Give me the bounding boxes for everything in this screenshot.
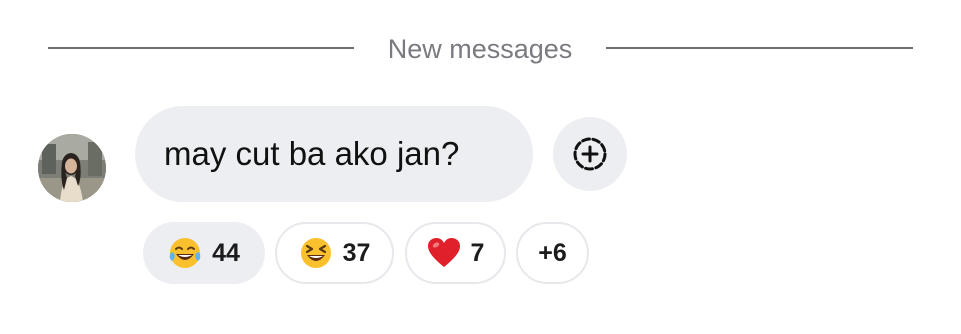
reaction-chip-grinning-squinting[interactable]: 37 — [275, 222, 394, 284]
avatar[interactable] — [38, 134, 106, 202]
reaction-count: 44 — [212, 238, 240, 267]
divider-line-left — [48, 47, 354, 49]
reaction-chip-red-heart[interactable]: 7 — [405, 222, 506, 284]
new-messages-label: New messages — [387, 34, 573, 64]
face-with-tears-of-joy-icon — [169, 238, 201, 268]
divider-line-right — [606, 47, 913, 49]
red-heart-icon — [427, 238, 460, 267]
grinning-squinting-face-icon — [300, 238, 331, 268]
more-reactions-button[interactable]: +6 — [516, 222, 589, 284]
reaction-count: 37 — [342, 238, 371, 267]
avatar-photo-icon — [38, 134, 106, 202]
message-text: may cut ba ako jan? — [164, 135, 460, 172]
add-reaction-button[interactable] — [553, 117, 627, 191]
reaction-count: 7 — [470, 238, 485, 267]
more-reactions-label: +6 — [538, 238, 567, 267]
chat-view: New messages may cut ba ako jan? 44 37 7… — [0, 0, 961, 334]
reaction-chip-tears-of-joy[interactable]: 44 — [143, 222, 265, 284]
message-bubble[interactable]: may cut ba ako jan? — [135, 106, 533, 202]
add-reaction-icon — [573, 137, 607, 171]
